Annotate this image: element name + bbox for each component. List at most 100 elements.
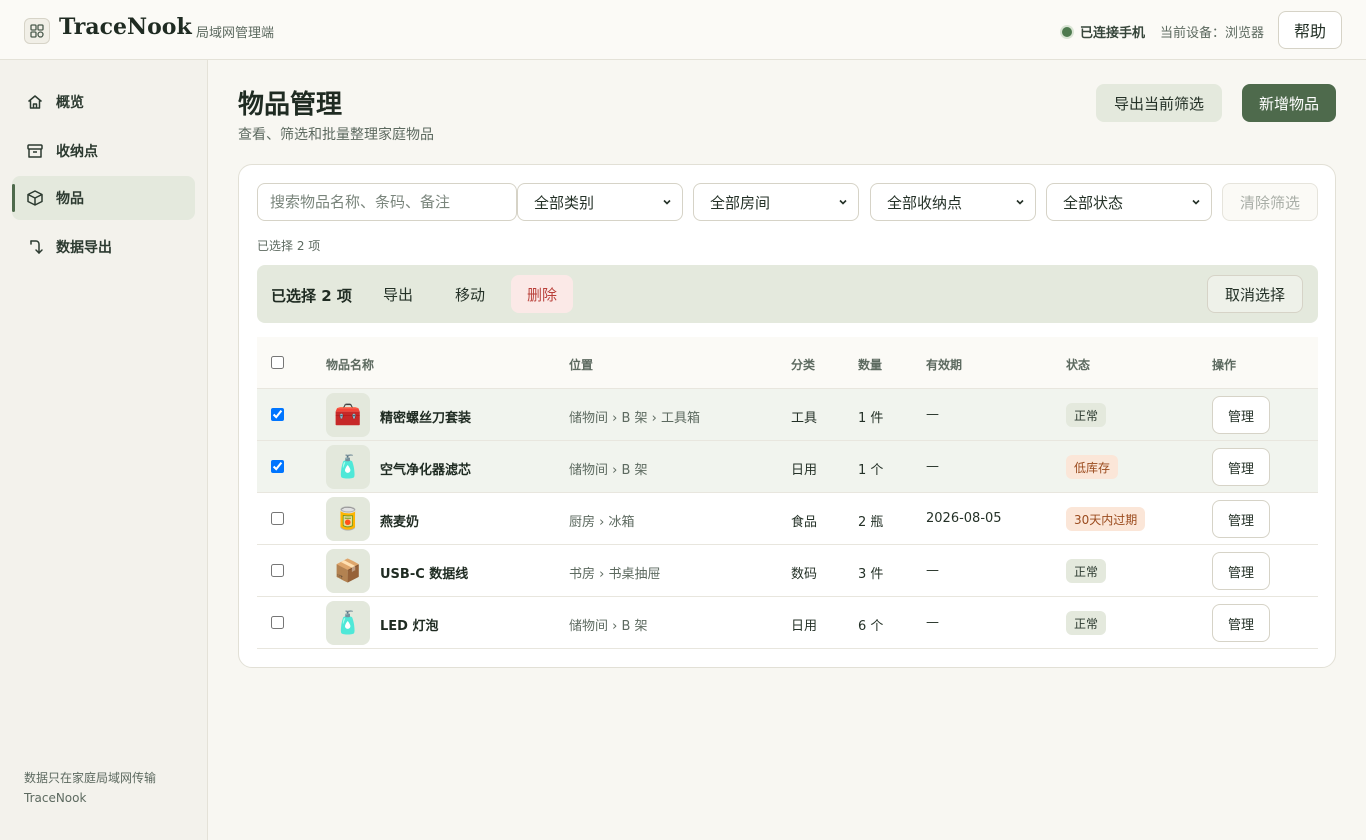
item-name: 燕麦奶 (380, 515, 420, 530)
item-thumbnail: 🧰 (326, 393, 370, 437)
brand-subtitle: 局域网管理端 (196, 26, 275, 41)
sidebar-item-items[interactable]: 物品 (12, 176, 195, 220)
row-checkbox[interactable] (271, 460, 284, 473)
table-header: 物品名称 位置 分类 数量 有效期 状态 操作 (257, 337, 1318, 389)
add-item-button[interactable]: 新增物品 (1242, 84, 1336, 122)
archive-icon (26, 142, 44, 160)
home-icon (26, 93, 44, 111)
page-title: 物品管理 (238, 90, 343, 120)
column-header-name: 物品名称 (326, 358, 375, 372)
column-header-expiry: 有效期 (926, 358, 963, 372)
item-quantity: 2 瓶 (858, 515, 884, 530)
manage-button[interactable]: 管理 (1212, 448, 1270, 486)
item-category: 食品 (791, 515, 818, 530)
sidebar-item-label: 概览 (56, 95, 84, 111)
item-thumbnail: 🧴 (326, 601, 370, 645)
table-row[interactable]: 🧴 LED 灯泡 储物间 › B 架 日用 6 个 — 正常 管理 (257, 597, 1318, 649)
sidebar-footer: 数据只在家庭局域网传输 TraceNook (24, 768, 156, 808)
item-location: 储物间 › B 架 (569, 463, 648, 478)
export-filtered-button[interactable]: 导出当前筛选 (1096, 84, 1222, 122)
storage-select-value: 全部收纳点 (887, 193, 963, 212)
item-location: 书房 › 书桌抽屉 (569, 567, 661, 582)
item-name: LED 灯泡 (380, 619, 439, 634)
category-select[interactable]: 全部类别 (517, 183, 683, 221)
status-select[interactable]: 全部状态 (1046, 183, 1212, 221)
chevron-down-icon (839, 199, 847, 205)
selected-count: 已选择 2 项 (257, 239, 321, 253)
clear-filters-button[interactable]: 清除筛选 (1222, 183, 1318, 221)
storage-select[interactable]: 全部收纳点 (870, 183, 1036, 221)
column-header-location: 位置 (569, 358, 594, 372)
room-select[interactable]: 全部房间 (693, 183, 859, 221)
manage-button[interactable]: 管理 (1212, 604, 1270, 642)
sidebar-footer-brand: TraceNook (24, 791, 87, 805)
status-badge: 正常 (1066, 611, 1107, 635)
row-checkbox[interactable] (271, 564, 284, 577)
item-category: 日用 (791, 463, 818, 478)
sidebar-item-export[interactable]: 数据导出 (12, 225, 195, 269)
sidebar: 概览 收纳点 物品 数据导出 数据只在家庭局域网传输 TraceNook (0, 60, 208, 840)
table-row[interactable]: 🧴 空气净化器滤芯 储物间 › B 架 日用 1 个 — 低库存 管理 (257, 441, 1318, 493)
connection-status-text: 已连接手机 (1080, 26, 1146, 41)
item-quantity: 3 件 (858, 567, 884, 582)
item-name: 空气净化器滤芯 (380, 463, 472, 478)
item-quantity: 1 件 (858, 411, 884, 426)
bulk-move-button[interactable]: 移动 (441, 275, 499, 313)
status-dot-icon (1062, 26, 1072, 37)
row-checkbox[interactable] (271, 616, 284, 629)
column-header-status: 状态 (1066, 358, 1091, 372)
item-category: 工具 (791, 411, 818, 426)
status-badge: 正常 (1066, 403, 1107, 427)
status-badge: 低库存 (1066, 455, 1119, 479)
table-row[interactable]: 📦 USB-C 数据线 书房 › 书桌抽屉 数码 3 件 — 正常 管理 (257, 545, 1318, 597)
sidebar-item-storage[interactable]: 收纳点 (12, 129, 195, 173)
help-button[interactable]: 帮助 (1278, 11, 1342, 49)
search-input[interactable] (257, 183, 517, 221)
item-expiry: — (926, 615, 939, 630)
item-category: 数码 (791, 567, 818, 582)
box-icon (26, 189, 44, 207)
manage-button[interactable]: 管理 (1212, 500, 1270, 538)
current-device: 当前设备：浏览器 (1160, 26, 1265, 41)
logo-icon (24, 18, 50, 44)
cancel-selection-button[interactable]: 取消选择 (1207, 275, 1303, 313)
room-select-value: 全部房间 (710, 193, 771, 212)
column-header-quantity: 数量 (858, 358, 883, 372)
item-expiry: 2026-08-05 (926, 511, 1002, 526)
row-checkbox[interactable] (271, 408, 284, 421)
table-row[interactable]: 🧰 精密螺丝刀套装 储物间 › B 架 › 工具箱 工具 1 件 — 正常 管理 (257, 389, 1318, 441)
sidebar-item-label: 收纳点 (56, 144, 98, 160)
item-category: 日用 (791, 619, 818, 634)
item-name: USB-C 数据线 (380, 567, 469, 582)
manage-button[interactable]: 管理 (1212, 552, 1270, 590)
chevron-down-icon (663, 199, 671, 205)
page-subtitle: 查看、筛选和批量整理家庭物品 (238, 127, 434, 143)
item-quantity: 1 个 (858, 463, 884, 478)
sidebar-item-label: 物品 (56, 191, 84, 207)
connection-status: 已连接手机 (1062, 22, 1145, 41)
item-location: 储物间 › B 架 › 工具箱 (569, 411, 700, 426)
row-checkbox[interactable] (271, 512, 284, 525)
chevron-down-icon (1192, 199, 1200, 205)
column-header-action: 操作 (1212, 358, 1237, 372)
item-name: 精密螺丝刀套装 (380, 411, 472, 426)
item-thumbnail: 🧴 (326, 445, 370, 489)
export-icon (26, 238, 44, 256)
column-header-category: 分类 (791, 358, 816, 372)
bulk-action-bar: 已选择 2 项 导出 移动 删除 取消选择 (257, 265, 1318, 323)
item-quantity: 6 个 (858, 619, 884, 634)
item-expiry: — (926, 407, 939, 422)
table-row[interactable]: 🥫 燕麦奶 厨房 › 冰箱 食品 2 瓶 2026-08-05 30天内过期 管… (257, 493, 1318, 545)
item-thumbnail: 🥫 (326, 497, 370, 541)
manage-button[interactable]: 管理 (1212, 396, 1270, 434)
sidebar-item-overview[interactable]: 概览 (12, 80, 195, 124)
top-bar: TraceNook 局域网管理端 已连接手机 当前设备：浏览器 帮助 (0, 0, 1366, 60)
status-badge: 正常 (1066, 559, 1107, 583)
sidebar-footer-note: 数据只在家庭局域网传输 (24, 771, 157, 785)
item-expiry: — (926, 563, 939, 578)
select-all-checkbox[interactable] (271, 356, 284, 369)
bulk-export-button[interactable]: 导出 (369, 275, 427, 313)
bulk-delete-button[interactable]: 删除 (511, 275, 573, 313)
item-location: 储物间 › B 架 (569, 619, 648, 634)
item-location: 厨房 › 冰箱 (569, 515, 635, 530)
